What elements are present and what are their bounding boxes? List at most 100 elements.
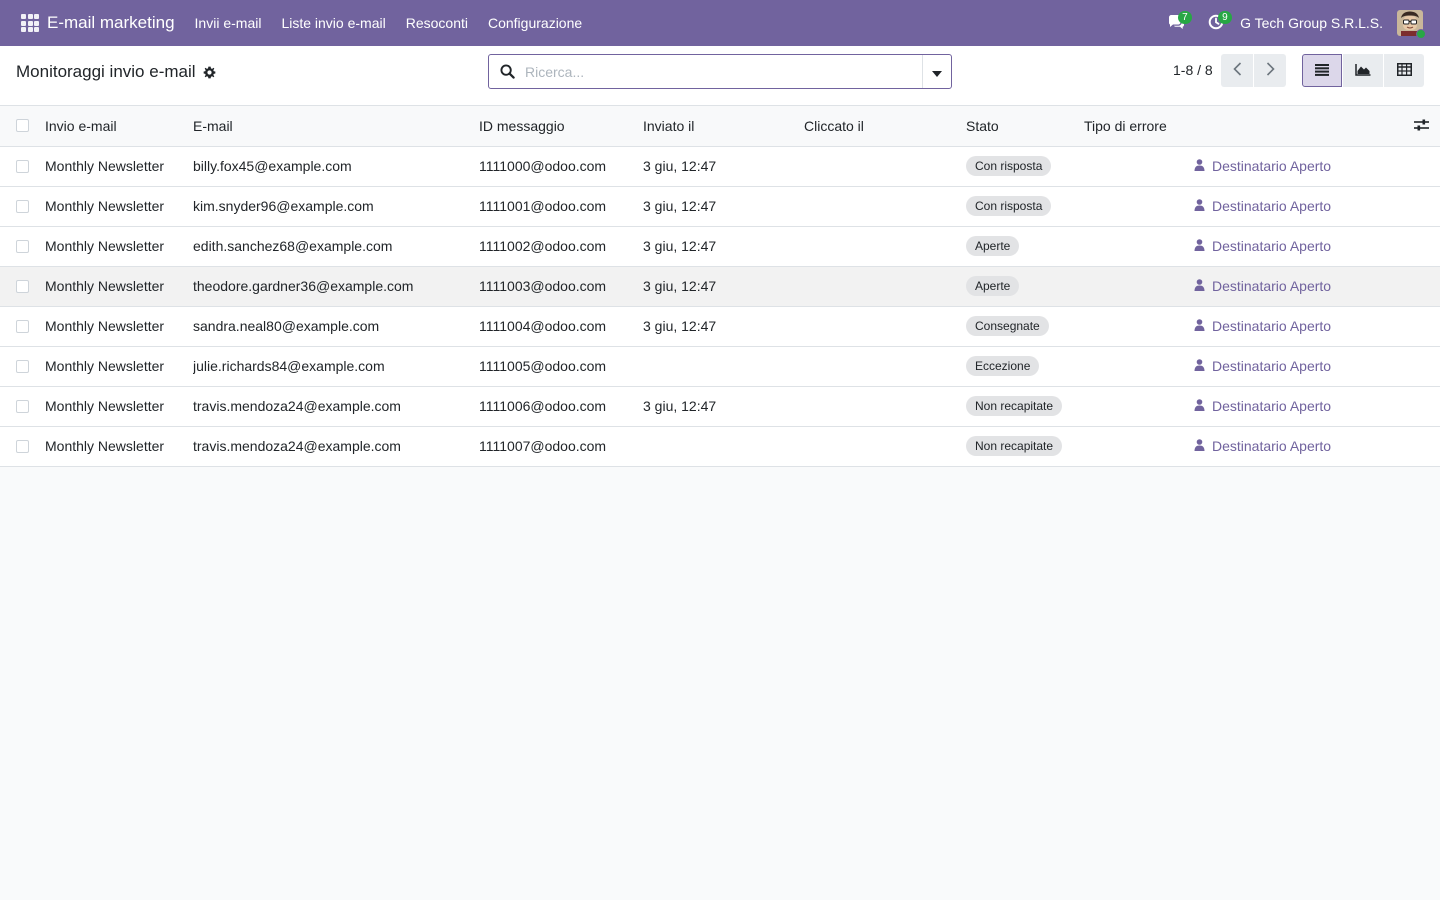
- partner-link[interactable]: Destinatario Aperto: [1194, 238, 1331, 254]
- email-cell: theodore.gardner36@example.com: [193, 266, 479, 307]
- partner-cell: Destinatario Aperto: [1194, 346, 1440, 387]
- column-header-message-id[interactable]: ID messaggio: [479, 106, 643, 147]
- menu-item-mailing-lists[interactable]: Liste invio e-mail: [271, 0, 395, 46]
- search-icon: [489, 55, 525, 88]
- user-icon: [1194, 158, 1212, 174]
- email-cell: sandra.neal80@example.com: [193, 306, 479, 347]
- graph-view-button[interactable]: [1343, 54, 1383, 87]
- clicked-cell: [804, 306, 966, 347]
- gear-icon[interactable]: [203, 66, 216, 79]
- column-header-error-type[interactable]: Tipo di errore: [1084, 106, 1194, 147]
- partner-link[interactable]: Destinatario Aperto: [1194, 398, 1331, 414]
- mailing-cell: Monthly Newsletter: [45, 346, 193, 387]
- partner-link[interactable]: Destinatario Aperto: [1194, 158, 1331, 174]
- table-row[interactable]: Monthly Newsletter edith.sanchez68@examp…: [0, 226, 1440, 267]
- pager-previous-button[interactable]: [1221, 54, 1253, 87]
- optional-columns-toggle[interactable]: [1194, 118, 1440, 134]
- state-cell: Aperte: [966, 226, 1084, 267]
- row-checkbox[interactable]: [16, 399, 29, 413]
- partner-label: Destinatario Aperto: [1212, 438, 1332, 454]
- status-badge: Non recapitate: [966, 396, 1063, 416]
- partner-label: Destinatario Aperto: [1212, 358, 1332, 374]
- partner-link[interactable]: Destinatario Aperto: [1194, 358, 1331, 374]
- select-all-checkbox[interactable]: [16, 119, 29, 133]
- partner-cell: Destinatario Aperto: [1194, 226, 1440, 267]
- message-id-cell: 1111001@odoo.com: [479, 186, 643, 227]
- state-cell: Con risposta: [966, 186, 1084, 227]
- partner-link[interactable]: Destinatario Aperto: [1194, 438, 1331, 454]
- list-view-button[interactable]: [1302, 54, 1342, 87]
- status-badge: Eccezione: [966, 356, 1040, 376]
- partner-cell: Destinatario Aperto: [1194, 386, 1440, 427]
- mailing-cell: Monthly Newsletter: [45, 426, 193, 467]
- app-brand[interactable]: E-mail marketing: [47, 13, 175, 33]
- table-header-row: Invio e-mail E-mail ID messaggio Inviato…: [0, 106, 1440, 147]
- menu-item-reporting[interactable]: Resoconti: [396, 0, 478, 46]
- error-type-cell: [1084, 306, 1194, 347]
- column-header-sent[interactable]: Inviato il: [643, 106, 804, 147]
- row-select-cell: [0, 266, 45, 307]
- row-checkbox[interactable]: [16, 279, 29, 293]
- clicked-cell: [804, 266, 966, 307]
- company-name[interactable]: G Tech Group S.R.L.S.: [1240, 15, 1383, 31]
- breadcrumb: Monitoraggi invio e-mail: [16, 62, 216, 82]
- column-header-state[interactable]: Stato: [966, 106, 1084, 147]
- message-id-cell: 1111004@odoo.com: [479, 306, 643, 347]
- row-checkbox[interactable]: [16, 159, 29, 173]
- partner-link[interactable]: Destinatario Aperto: [1194, 198, 1331, 214]
- online-status-dot: [1416, 29, 1426, 39]
- partner-cell: Destinatario Aperto: [1194, 186, 1440, 227]
- sent-cell: 3 giu, 12:47: [643, 186, 804, 227]
- search-input[interactable]: [525, 56, 922, 87]
- row-checkbox[interactable]: [16, 359, 29, 373]
- pivot-view-button[interactable]: [1384, 54, 1424, 87]
- column-header-clicked[interactable]: Cliccato il: [804, 106, 966, 147]
- sent-cell: 3 giu, 12:47: [643, 306, 804, 347]
- sent-cell: 3 giu, 12:47: [643, 226, 804, 267]
- menu-item-configuration[interactable]: Configurazione: [478, 0, 592, 46]
- pager-value[interactable]: 1-8 / 8: [1173, 62, 1213, 78]
- status-badge: Con risposta: [966, 156, 1052, 176]
- mailing-cell: Monthly Newsletter: [45, 186, 193, 227]
- menu-item-mailings[interactable]: Invii e-mail: [185, 0, 272, 46]
- clicked-cell: [804, 386, 966, 427]
- search-options-toggle[interactable]: [922, 55, 951, 88]
- table-row[interactable]: Monthly Newsletter julie.richards84@exam…: [0, 346, 1440, 387]
- table-body: Monthly Newsletter billy.fox45@example.c…: [0, 146, 1440, 467]
- column-header-email[interactable]: E-mail: [193, 106, 479, 147]
- table-row[interactable]: Monthly Newsletter theodore.gardner36@ex…: [0, 266, 1440, 307]
- list-icon: [1315, 63, 1329, 79]
- row-checkbox[interactable]: [16, 239, 29, 253]
- message-id-cell: 1111005@odoo.com: [479, 346, 643, 387]
- partner-label: Destinatario Aperto: [1212, 398, 1332, 414]
- partner-label: Destinatario Aperto: [1212, 238, 1332, 254]
- status-badge: Consegnate: [966, 316, 1049, 336]
- messaging-button[interactable]: 7: [1156, 0, 1196, 46]
- sent-cell: 3 giu, 12:47: [643, 386, 804, 427]
- activities-button[interactable]: 9: [1196, 0, 1236, 46]
- row-select-cell: [0, 306, 45, 347]
- row-select-cell: [0, 186, 45, 227]
- page-title: Monitoraggi invio e-mail: [16, 62, 196, 81]
- clicked-cell: [804, 226, 966, 267]
- partner-link[interactable]: Destinatario Aperto: [1194, 278, 1331, 294]
- state-cell: Non recapitate: [966, 426, 1084, 467]
- traces-table: Invio e-mail E-mail ID messaggio Inviato…: [0, 106, 1440, 467]
- table-row[interactable]: Monthly Newsletter kim.snyder96@example.…: [0, 186, 1440, 227]
- pager-next-button[interactable]: [1254, 54, 1286, 87]
- table-row[interactable]: Monthly Newsletter billy.fox45@example.c…: [0, 146, 1440, 187]
- apps-menu-icon[interactable]: [17, 0, 43, 46]
- table-row[interactable]: Monthly Newsletter sandra.neal80@example…: [0, 306, 1440, 347]
- table-row[interactable]: Monthly Newsletter travis.mendoza24@exam…: [0, 426, 1440, 467]
- row-checkbox[interactable]: [16, 439, 29, 453]
- partner-link[interactable]: Destinatario Aperto: [1194, 318, 1331, 334]
- column-header-mailing[interactable]: Invio e-mail: [45, 106, 193, 147]
- table-row[interactable]: Monthly Newsletter travis.mendoza24@exam…: [0, 386, 1440, 427]
- error-type-cell: [1084, 426, 1194, 467]
- row-checkbox[interactable]: [16, 319, 29, 333]
- avatar[interactable]: [1397, 10, 1426, 39]
- status-badge: Non recapitate: [966, 436, 1063, 456]
- row-select-cell: [0, 426, 45, 467]
- row-checkbox[interactable]: [16, 199, 29, 213]
- mailing-cell: Monthly Newsletter: [45, 386, 193, 427]
